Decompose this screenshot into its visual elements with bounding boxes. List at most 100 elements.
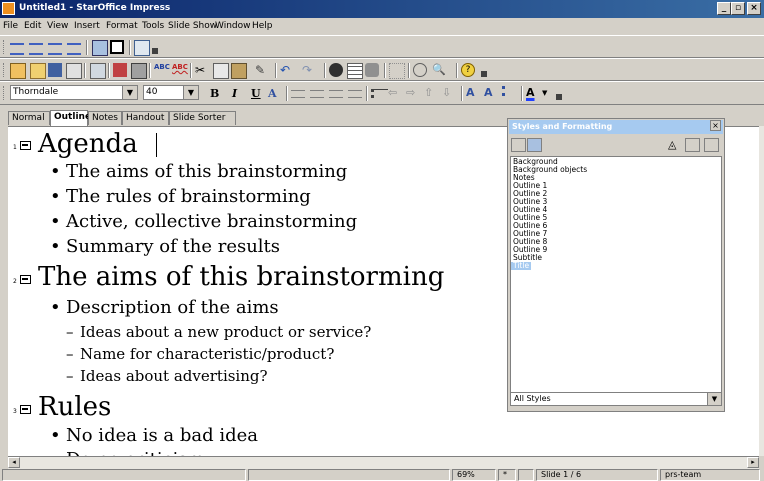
slide-icon[interactable] bbox=[20, 405, 31, 414]
tab-normal[interactable]: Normal bbox=[8, 111, 50, 125]
style-filter-select[interactable]: All Styles ▼ bbox=[510, 392, 722, 406]
slide-title[interactable]: Rules bbox=[38, 392, 111, 422]
chevron-down-icon[interactable]: ▼ bbox=[122, 86, 137, 99]
paragraph-icon[interactable]: A bbox=[484, 86, 498, 100]
edit-file-icon[interactable] bbox=[90, 63, 106, 79]
tab-outline[interactable]: Outline bbox=[50, 110, 91, 126]
panel-title[interactable]: Styles and Formatting bbox=[509, 120, 723, 134]
promote-icon[interactable]: ⇦ bbox=[388, 86, 402, 100]
styles-list[interactable]: Background Background objects Notes Outl… bbox=[510, 156, 722, 396]
align-right-icon[interactable] bbox=[329, 90, 343, 98]
scroll-left-icon[interactable]: ◂ bbox=[8, 457, 20, 468]
outline-subpoint[interactable]: Ideas about a new product or service? bbox=[80, 323, 371, 341]
grid-icon[interactable] bbox=[389, 63, 405, 79]
menu-help[interactable]: Help bbox=[252, 21, 273, 31]
justify-icon[interactable] bbox=[348, 90, 362, 98]
italic-button[interactable]: I bbox=[232, 87, 237, 100]
font-color-icon[interactable]: A bbox=[526, 86, 540, 100]
update-style-icon[interactable] bbox=[704, 138, 719, 152]
all-levels-icon[interactable] bbox=[29, 43, 43, 55]
align-center-icon[interactable] bbox=[310, 90, 324, 98]
slide-title[interactable]: Agenda bbox=[38, 129, 138, 159]
chart-icon[interactable] bbox=[329, 63, 343, 77]
formatting-on-off-icon[interactable] bbox=[92, 40, 108, 56]
export-pdf-icon[interactable] bbox=[113, 63, 127, 77]
undo-icon[interactable]: ↶ bbox=[280, 63, 294, 77]
chevron-down-icon[interactable]: ▼ bbox=[183, 86, 198, 99]
style-item[interactable]: Outline 9 bbox=[511, 246, 721, 254]
new-document-icon[interactable] bbox=[10, 63, 26, 79]
cut-icon[interactable]: ✂ bbox=[195, 63, 209, 77]
hyperlink-icon[interactable] bbox=[413, 63, 427, 77]
scroll-right-icon[interactable]: ▸ bbox=[747, 457, 759, 468]
toolbar-options-icon[interactable] bbox=[481, 71, 487, 77]
menu-window[interactable]: Window bbox=[215, 21, 251, 31]
email-icon[interactable] bbox=[66, 63, 82, 79]
fill-format-icon[interactable]: ◬ bbox=[668, 138, 676, 151]
print-icon[interactable] bbox=[131, 63, 147, 79]
show-subpoints-icon[interactable] bbox=[67, 43, 81, 55]
shadow-button[interactable]: A bbox=[268, 87, 277, 100]
outline-point[interactable]: The rules of brainstorming bbox=[66, 186, 311, 207]
copy-icon[interactable] bbox=[213, 63, 229, 79]
presentation-styles-icon[interactable] bbox=[527, 138, 542, 152]
first-level-icon[interactable] bbox=[10, 43, 24, 55]
tab-notes[interactable]: Notes bbox=[88, 111, 122, 125]
slide-preview-icon[interactable] bbox=[134, 40, 150, 56]
toolbar-options-icon[interactable] bbox=[152, 48, 158, 54]
vertical-scrollbar[interactable] bbox=[759, 126, 764, 456]
slide-icon[interactable] bbox=[20, 141, 31, 150]
navigator-icon[interactable] bbox=[365, 63, 379, 77]
new-style-icon[interactable] bbox=[685, 138, 700, 152]
menu-view[interactable]: View bbox=[47, 21, 68, 31]
move-up-icon[interactable]: ⇧ bbox=[424, 86, 438, 100]
demote-icon[interactable]: ⇨ bbox=[406, 86, 420, 100]
style-item[interactable]: Subtitle bbox=[511, 254, 721, 262]
outline-point[interactable]: Summary of the results bbox=[66, 236, 280, 257]
open-folder-icon[interactable] bbox=[30, 63, 46, 79]
paste-icon[interactable] bbox=[231, 63, 247, 79]
black-white-view-icon[interactable] bbox=[110, 40, 124, 54]
font-name-select[interactable]: Thorndale ▼ bbox=[10, 85, 138, 100]
bullets-numbering-icon[interactable] bbox=[502, 86, 519, 96]
clone-formatting-icon[interactable]: ✎ bbox=[255, 63, 269, 77]
font-size-select[interactable]: 40 ▼ bbox=[143, 85, 199, 100]
redo-icon[interactable]: ↷ bbox=[302, 63, 316, 77]
autospellcheck-icon[interactable]: ABC bbox=[172, 63, 188, 77]
character-icon[interactable]: A bbox=[466, 86, 480, 100]
bullets-icon[interactable] bbox=[371, 89, 388, 98]
outline-point[interactable]: The aims of this brainstorming bbox=[66, 161, 347, 182]
menu-format[interactable]: Format bbox=[106, 21, 138, 31]
hide-subpoints-icon[interactable] bbox=[48, 43, 62, 55]
zoom-icon[interactable]: 🔍 bbox=[432, 63, 446, 77]
table-icon[interactable] bbox=[347, 63, 363, 79]
menu-slide-show[interactable]: Slide Show bbox=[168, 21, 217, 31]
style-item[interactable]: Background objects bbox=[511, 166, 721, 174]
bold-button[interactable]: B bbox=[210, 87, 219, 100]
outline-subpoint[interactable]: Name for characteristic/product? bbox=[80, 345, 334, 363]
tab-handout[interactable]: Handout bbox=[122, 111, 169, 125]
outline-point[interactable]: No idea is a bad idea bbox=[66, 425, 258, 446]
toolbar-options-icon[interactable] bbox=[556, 94, 562, 100]
outline-point[interactable]: Description of the aims bbox=[66, 297, 279, 318]
menu-insert[interactable]: Insert bbox=[74, 21, 100, 31]
align-left-icon[interactable] bbox=[291, 90, 305, 98]
graphics-styles-icon[interactable] bbox=[511, 138, 526, 152]
save-icon[interactable] bbox=[48, 63, 62, 77]
help-icon[interactable]: ? bbox=[461, 63, 475, 77]
minimize-button[interactable]: _ bbox=[717, 2, 731, 15]
maximize-button[interactable]: ▫ bbox=[731, 2, 745, 15]
close-icon[interactable]: × bbox=[710, 120, 721, 131]
chevron-down-icon[interactable]: ▼ bbox=[707, 393, 721, 405]
close-button[interactable]: × bbox=[747, 2, 761, 15]
move-down-icon[interactable]: ⇩ bbox=[442, 86, 456, 100]
menu-edit[interactable]: Edit bbox=[24, 21, 41, 31]
spellcheck-icon[interactable]: ABC bbox=[154, 63, 170, 77]
menu-file[interactable]: File bbox=[3, 21, 18, 31]
zoom-level[interactable]: 69% bbox=[452, 469, 496, 481]
chevron-down-icon[interactable]: ▼ bbox=[542, 86, 556, 100]
slide-icon[interactable] bbox=[20, 275, 31, 284]
style-item-selected[interactable]: Title bbox=[511, 262, 532, 270]
outline-subpoint[interactable]: Ideas about advertising? bbox=[80, 367, 268, 385]
outline-point[interactable]: Active, collective brainstorming bbox=[66, 211, 357, 232]
